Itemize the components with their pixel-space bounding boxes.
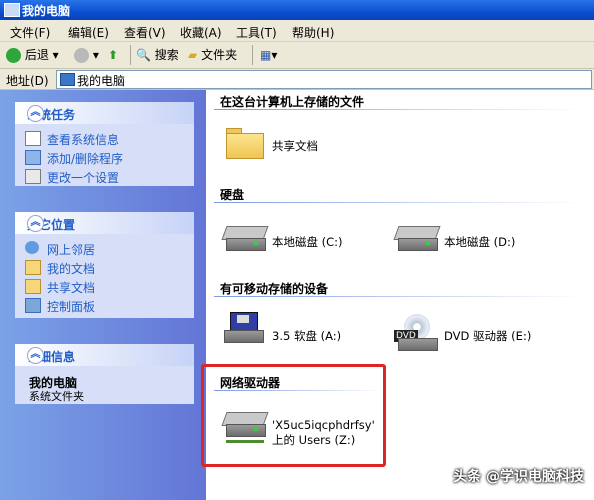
settings-icon (25, 169, 41, 184)
menu-file[interactable]: 文件(F) (10, 24, 50, 41)
search-button[interactable]: 🔍 搜索 (136, 46, 179, 64)
menu-help[interactable]: 帮助(H) (292, 24, 334, 41)
system-info-icon (25, 131, 41, 146)
address-bar: 地址(D) 我的电脑 (0, 69, 594, 90)
computer-icon (60, 73, 75, 86)
views-icon: ▦ (260, 48, 272, 62)
place-control-panel[interactable]: 控制面板 (15, 295, 194, 314)
window-title: 我的电脑 (22, 4, 71, 18)
place-my-documents[interactable]: 我的文档 (15, 257, 194, 276)
details-panel: 详细信息 ︽ 我的电脑 系统文件夹 (15, 344, 194, 404)
section-divider (214, 202, 584, 203)
collapse-icon[interactable]: ︽ (27, 215, 44, 232)
menu-bar: 文件(F) 编辑(E) 查看(V) 收藏(A) 工具(T) 帮助(H) (0, 20, 594, 42)
documents-icon (25, 260, 41, 275)
panel-header[interactable]: 详细信息 ︽ (15, 344, 194, 366)
task-add-remove-programs[interactable]: 添加/删除程序 (15, 147, 194, 166)
section-divider (214, 296, 584, 297)
menu-view[interactable]: 查看(V) (124, 24, 166, 41)
task-view-system-info[interactable]: 查看系统信息 (15, 128, 194, 147)
folders-button[interactable]: ▰ 文件夹 (188, 46, 237, 64)
section-hard-disks: 硬盘 (220, 188, 245, 202)
folder-icon (25, 279, 41, 294)
place-network[interactable]: 网上邻居 (15, 238, 194, 257)
address-label: 地址(D) (6, 74, 49, 88)
forward-button[interactable]: ▾ (74, 46, 99, 64)
system-tasks-panel: 系统任务 ︽ 查看系统信息 添加/删除程序 更改一个设置 (15, 102, 194, 186)
folder-icon: ▰ (188, 48, 198, 62)
highlight-annotation (201, 364, 386, 467)
menu-favorites[interactable]: 收藏(A) (180, 24, 222, 41)
control-panel-icon (25, 298, 41, 313)
panel-header[interactable]: 其它位置 ︽ (15, 212, 194, 234)
other-places-panel: 其它位置 ︽ 网上邻居 我的文档 共享文档 控制面板 (15, 212, 194, 318)
menu-tools[interactable]: 工具(T) (236, 24, 277, 41)
toolbar-separator (252, 45, 253, 65)
computer-icon (4, 3, 20, 17)
details-type: 系统文件夹 (29, 390, 84, 403)
collapse-icon[interactable]: ︽ (27, 105, 44, 122)
watermark: 头条 @学识电脑科技 (453, 469, 584, 485)
hard-drive-icon (221, 226, 269, 252)
section-removable: 有可移动存储的设备 (220, 282, 329, 296)
menu-edit[interactable]: 编辑(E) (68, 24, 109, 41)
shared-hard-drive-icon (393, 226, 441, 252)
views-button[interactable]: ▦▾ (260, 46, 277, 64)
network-icon (25, 241, 39, 254)
collapse-icon[interactable]: ︽ (27, 347, 44, 364)
search-icon: 🔍 (136, 48, 151, 62)
address-value: 我的电脑 (77, 74, 126, 88)
panel-header[interactable]: 系统任务 ︽ (15, 102, 194, 124)
task-change-setting[interactable]: 更改一个设置 (15, 166, 194, 185)
toolbar: 后退 ▾ ▾ ⬆ 🔍 搜索 ▰ 文件夹 ▦▾ (0, 42, 594, 69)
forward-arrow-icon (74, 48, 89, 63)
address-input[interactable]: 我的电脑 (56, 70, 592, 89)
task-pane: 系统任务 ︽ 查看系统信息 添加/删除程序 更改一个设置 其它位置 ︽ 网上邻居… (0, 90, 206, 500)
floppy-drive-icon (222, 330, 264, 356)
back-arrow-icon (6, 48, 21, 63)
section-stored-files: 在这台计算机上存储的文件 (220, 95, 365, 109)
programs-icon (25, 150, 41, 165)
up-folder-button[interactable]: ⬆ (108, 46, 118, 64)
place-shared-documents[interactable]: 共享文档 (15, 276, 194, 295)
section-divider (214, 109, 584, 110)
dvd-drive-icon (396, 338, 438, 364)
title-bar[interactable]: 我的电脑 (0, 0, 594, 20)
back-button[interactable]: 后退 ▾ (6, 46, 59, 64)
up-arrow-icon: ⬆ (108, 48, 119, 62)
folder-icon (226, 128, 264, 159)
toolbar-separator (130, 45, 131, 65)
